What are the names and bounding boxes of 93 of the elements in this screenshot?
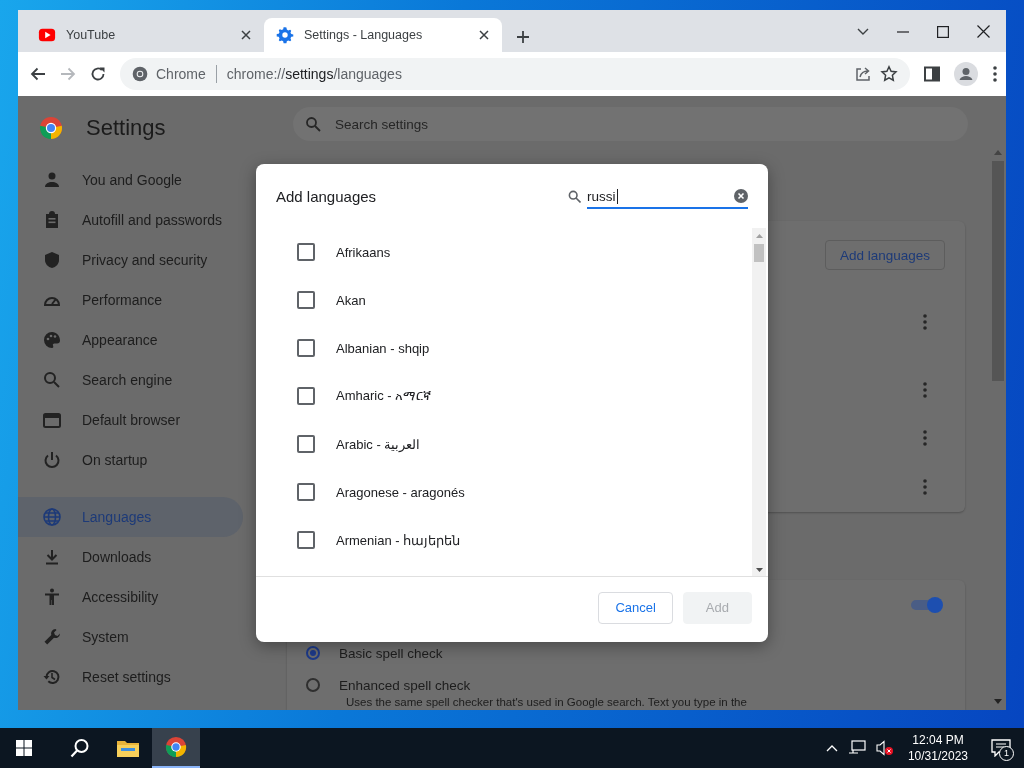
dialog-title: Add languages — [276, 187, 378, 205]
notification-icon[interactable] — [991, 739, 1011, 757]
language-label: Armenian - հայերեն — [336, 532, 461, 548]
search-field[interactable]: Search settings — [293, 107, 968, 141]
radio-button[interactable] — [306, 678, 320, 692]
more-options-icon[interactable] — [923, 479, 927, 495]
nav-item[interactable]: Default browser — [18, 400, 243, 440]
menu-icon[interactable] — [992, 65, 998, 83]
language-label: Aragonese - aragonés — [336, 484, 465, 500]
browser-tab[interactable]: YouTube — [26, 18, 264, 52]
option-description: Uses the same spell checker that's used in Google search. Text you type in the — [346, 696, 748, 709]
chevron-down-icon[interactable] — [857, 27, 869, 36]
share-icon[interactable] — [854, 65, 872, 83]
language-label: Amharic - አማርኛ — [336, 388, 432, 404]
language-label: Afrikaans — [336, 244, 391, 260]
maximize-icon[interactable] — [937, 25, 949, 38]
wrench-icon — [42, 627, 62, 647]
scroll-up-icon — [755, 234, 763, 238]
windows-logo-icon[interactable] — [16, 740, 32, 756]
more-options-icon[interactable] — [923, 382, 927, 398]
nav-item[interactable]: Downloads — [18, 537, 243, 577]
nav-item[interactable]: You and Google — [18, 160, 243, 200]
gear-icon — [276, 26, 294, 44]
clock-date: 10/31/2023 — [907, 748, 968, 764]
search-field[interactable]: russi — [587, 183, 748, 209]
notification-badge: 1 — [999, 746, 1014, 761]
video-play-icon — [38, 26, 56, 44]
url-text: chrome://settings/languages — [226, 66, 402, 82]
search-icon — [42, 370, 62, 390]
site-label: Chrome — [156, 66, 206, 82]
page-title: Settings — [86, 115, 166, 141]
history-icon — [42, 667, 62, 687]
clock-time: 12:04 PM — [912, 732, 964, 748]
close-icon[interactable] — [977, 25, 990, 38]
star-icon[interactable] — [880, 65, 898, 83]
checkbox[interactable] — [297, 387, 315, 405]
option-label: Enhanced spell check — [339, 677, 471, 693]
power-icon — [42, 450, 62, 470]
speaker-muted-icon[interactable] — [875, 740, 894, 756]
nav-item[interactable]: Accessibility — [18, 577, 243, 617]
plus-icon[interactable] — [516, 30, 530, 44]
shield-icon — [42, 250, 62, 270]
nav-item[interactable]: Performance — [18, 280, 243, 320]
folder-icon[interactable] — [117, 739, 139, 757]
option-label: Basic spell check — [339, 645, 443, 661]
nav-item[interactable]: Autofill and passwords — [18, 200, 243, 240]
minimize-icon[interactable] — [897, 30, 909, 33]
nav-item[interactable]: Languages — [18, 497, 243, 537]
chevron-up-icon[interactable] — [825, 744, 838, 752]
search-icon[interactable] — [70, 738, 90, 758]
language-label: Arabic - العربية — [336, 436, 421, 452]
palette-icon — [42, 330, 62, 350]
add-languages-button[interactable]: Add languages — [824, 240, 945, 270]
language-label: Akan — [336, 292, 366, 308]
globe-icon — [42, 507, 62, 527]
nav-item[interactable]: Search engine — [18, 360, 243, 400]
scroll-down-icon — [755, 568, 763, 572]
checkbox[interactable] — [297, 291, 315, 309]
radio-button[interactable] — [306, 646, 320, 660]
search-icon — [305, 116, 321, 132]
close-icon[interactable] — [240, 29, 252, 41]
clear-icon[interactable] — [734, 189, 748, 203]
search-icon — [568, 189, 581, 203]
profile-icon[interactable] — [954, 62, 978, 86]
checkbox[interactable] — [297, 243, 315, 261]
checkbox[interactable] — [297, 531, 315, 549]
address-bar[interactable]: Chrome chrome://settings/languages — [120, 58, 910, 90]
nav-item[interactable]: On startup — [18, 440, 243, 480]
language-label: Albanian - shqip — [336, 340, 430, 356]
nav-item[interactable]: Reset settings — [18, 657, 243, 697]
scrollbar-thumb[interactable] — [754, 244, 764, 262]
nav-item[interactable]: Appearance — [18, 320, 243, 360]
browser-window-icon — [42, 410, 62, 430]
side-panel-icon[interactable] — [924, 66, 940, 82]
close-icon[interactable] — [478, 29, 490, 41]
accessibility-icon — [42, 587, 62, 607]
checkbox[interactable] — [297, 339, 315, 357]
reload-icon[interactable] — [90, 66, 106, 82]
network-icon[interactable] — [847, 740, 866, 756]
more-options-icon[interactable] — [923, 430, 927, 446]
scroll-down-icon — [994, 699, 1002, 704]
checkbox[interactable] — [297, 483, 315, 501]
checkbox[interactable] — [297, 435, 315, 453]
scroll-up-icon — [994, 150, 1002, 155]
nav-item[interactable]: Privacy and security — [18, 240, 243, 280]
back-arrow-icon[interactable] — [30, 66, 46, 82]
person-icon — [42, 170, 62, 190]
dialog-button[interactable]: Cancel — [598, 591, 673, 624]
browser-tab[interactable]: Settings - Languages — [264, 18, 502, 52]
more-options-icon[interactable] — [923, 314, 927, 330]
search-value: russi — [587, 188, 618, 204]
toggle-switch[interactable] — [909, 595, 943, 615]
nav-item[interactable]: System — [18, 617, 243, 657]
